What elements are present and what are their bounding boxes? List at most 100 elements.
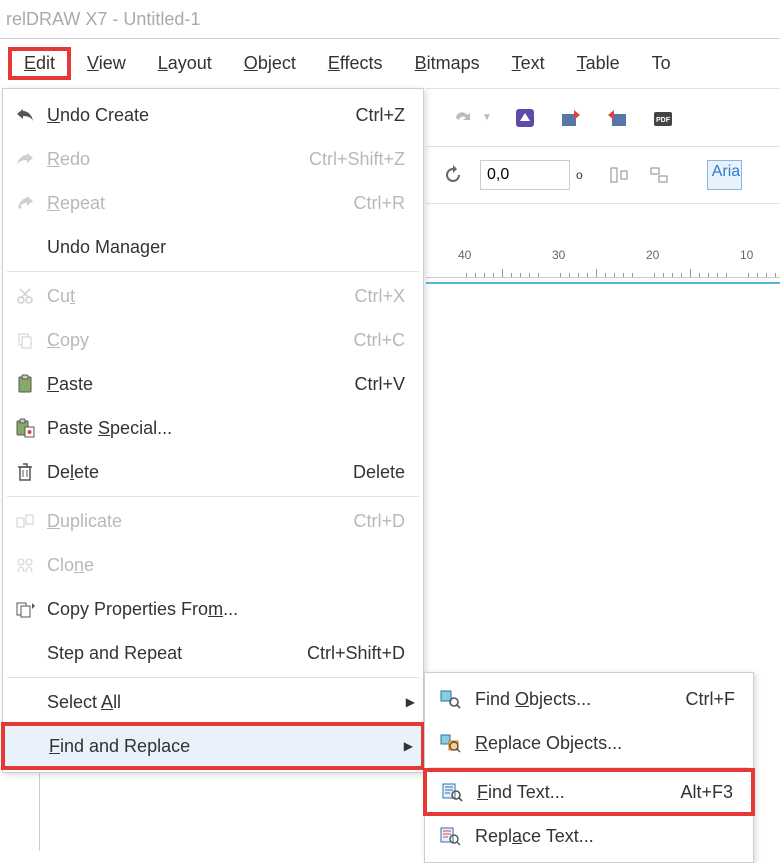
submenu-item-label: Find Text... xyxy=(477,782,668,803)
menubar: EditViewLayoutObjectEffectsBitmapsTextTa… xyxy=(0,38,780,88)
degree-label: o xyxy=(576,168,583,182)
menu-item-label: Undo Manager xyxy=(47,237,405,258)
property-toolbar: o Aria xyxy=(426,146,780,204)
submenu-arrow-icon: ▶ xyxy=(406,695,415,709)
copy-icon xyxy=(3,331,47,349)
clone-icon xyxy=(3,556,47,574)
copy-props-icon xyxy=(3,600,47,618)
delete-icon xyxy=(3,462,47,482)
menu-item-delete[interactable]: Delete Delete xyxy=(3,450,423,494)
menu-item-paste-special[interactable]: Paste Special... xyxy=(3,406,423,450)
submenu-item-replace-objects[interactable]: Replace Objects... xyxy=(425,721,753,765)
menu-item-copy-properties-from[interactable]: Copy Properties From... xyxy=(3,587,423,631)
menu-item-repeat: Repeat Ctrl+R xyxy=(3,181,423,225)
redo-icon xyxy=(3,151,47,167)
menu-item-cut: Cut Ctrl+X xyxy=(3,274,423,318)
submenu-item-label: Find Objects... xyxy=(475,689,674,710)
menubar-item-edit[interactable]: Edit xyxy=(8,47,71,80)
menu-item-label: Paste Special... xyxy=(47,418,405,439)
menu-item-label: Copy xyxy=(47,330,341,351)
font-selector[interactable]: Aria xyxy=(707,160,742,190)
menubar-item-table[interactable]: Table xyxy=(561,47,636,80)
ruler-tick: 10 xyxy=(740,248,753,262)
menu-item-shortcut: Ctrl+Shift+Z xyxy=(309,149,405,170)
menu-item-label: Select All xyxy=(47,692,405,713)
standard-toolbar: ▼ PDF xyxy=(426,88,780,146)
menu-item-label: Find and Replace xyxy=(49,736,403,757)
submenu-item-find-objects[interactable]: Find Objects... Ctrl+F xyxy=(425,677,753,721)
menu-item-step-and-repeat[interactable]: Step and Repeat Ctrl+Shift+D xyxy=(3,631,423,675)
menu-item-paste[interactable]: PasteCtrl+V xyxy=(3,362,423,406)
menu-item-shortcut: Ctrl+Z xyxy=(356,105,406,126)
submenu-item-shortcut: Alt+F3 xyxy=(680,782,733,803)
menu-item-label: Cut xyxy=(47,286,342,307)
menu-item-label: Paste xyxy=(47,374,342,395)
submenu-item-label: Replace Objects... xyxy=(475,733,735,754)
undo-icon xyxy=(3,107,47,123)
submenu-item-find-text[interactable]: Find Text... Alt+F3 xyxy=(423,768,755,816)
svg-text:PDF: PDF xyxy=(656,117,671,124)
menu-item-label: Duplicate xyxy=(47,511,341,532)
find-obj-icon xyxy=(425,689,475,709)
menu-separator xyxy=(7,271,419,272)
paste-icon xyxy=(3,374,47,394)
menu-item-undo-manager[interactable]: Undo Manager xyxy=(3,225,423,269)
align-tool-icon-1[interactable] xyxy=(607,162,633,188)
menu-separator xyxy=(7,496,419,497)
ruler-horizontal: 40 30 20 10 xyxy=(426,248,780,278)
submenu-item-replace-text[interactable]: Replace Text... xyxy=(425,814,753,858)
menu-item-redo: Redo Ctrl+Shift+Z xyxy=(3,137,423,181)
export-icon[interactable] xyxy=(604,105,630,131)
cut-icon xyxy=(3,287,47,305)
menu-separator xyxy=(7,677,419,678)
menu-item-shortcut: Ctrl+Shift+D xyxy=(307,643,405,664)
menubar-item-layout[interactable]: Layout xyxy=(142,47,228,80)
ruler-tick: 20 xyxy=(646,248,659,262)
menubar-item-bitmaps[interactable]: Bitmaps xyxy=(399,47,496,80)
menu-item-duplicate: Duplicate Ctrl+D xyxy=(3,499,423,543)
toolbar-dropdown-arrow-icon[interactable]: ▼ xyxy=(482,112,492,123)
menu-item-clone: Clone xyxy=(3,543,423,587)
paste-special-icon xyxy=(3,418,47,438)
menu-item-shortcut: Ctrl+C xyxy=(353,330,405,351)
redo-toolbar-icon[interactable] xyxy=(450,105,476,131)
import-icon[interactable] xyxy=(558,105,584,131)
menubar-item-object[interactable]: Object xyxy=(228,47,312,80)
pdf-export-icon[interactable]: PDF xyxy=(650,105,676,131)
menu-item-select-all[interactable]: Select All▶ xyxy=(3,680,423,724)
menu-item-label: Clone xyxy=(47,555,405,576)
menu-item-label: Delete xyxy=(47,462,341,483)
menu-item-label: Redo xyxy=(47,149,297,170)
ruler-tick: 40 xyxy=(458,248,471,262)
ruler-tick: 30 xyxy=(552,248,565,262)
menu-item-label: Step and Repeat xyxy=(47,643,295,664)
find-text-icon xyxy=(427,782,477,802)
menu-item-find-and-replace[interactable]: Find and Replace▶ xyxy=(1,722,425,770)
canvas-edge xyxy=(426,278,780,284)
menu-item-undo-create[interactable]: Undo Create Ctrl+Z xyxy=(3,93,423,137)
find-replace-submenu: Find Objects... Ctrl+F Replace Objects... F… xyxy=(424,672,754,863)
menubar-item-text[interactable]: Text xyxy=(496,47,561,80)
window-titlebar: relDRAW X7 - Untitled-1 xyxy=(0,0,780,38)
title-text: relDRAW X7 - Untitled-1 xyxy=(6,9,200,30)
menu-item-label: Repeat xyxy=(47,193,341,214)
menu-item-copy: Copy Ctrl+C xyxy=(3,318,423,362)
rotation-input[interactable] xyxy=(480,160,570,190)
menu-item-shortcut: Ctrl+D xyxy=(353,511,405,532)
menu-item-shortcut: Delete xyxy=(353,462,405,483)
submenu-arrow-icon: ▶ xyxy=(404,739,413,753)
menu-item-label: Undo Create xyxy=(47,105,344,126)
menubar-item-view[interactable]: View xyxy=(71,47,142,80)
align-tool-icon-2[interactable] xyxy=(647,162,673,188)
replace-obj-icon xyxy=(425,733,475,753)
menubar-item-effects[interactable]: Effects xyxy=(312,47,399,80)
menu-item-label: Copy Properties From... xyxy=(47,599,405,620)
replace-text-icon xyxy=(425,826,475,846)
rotate-icon xyxy=(440,162,466,188)
menubar-item-to[interactable]: To xyxy=(636,47,687,80)
repeat-icon xyxy=(3,195,47,211)
purple-tool-icon[interactable] xyxy=(512,105,538,131)
menu-item-shortcut: Ctrl+R xyxy=(353,193,405,214)
menu-item-shortcut: Ctrl+X xyxy=(354,286,405,307)
submenu-item-shortcut: Ctrl+F xyxy=(686,689,736,710)
